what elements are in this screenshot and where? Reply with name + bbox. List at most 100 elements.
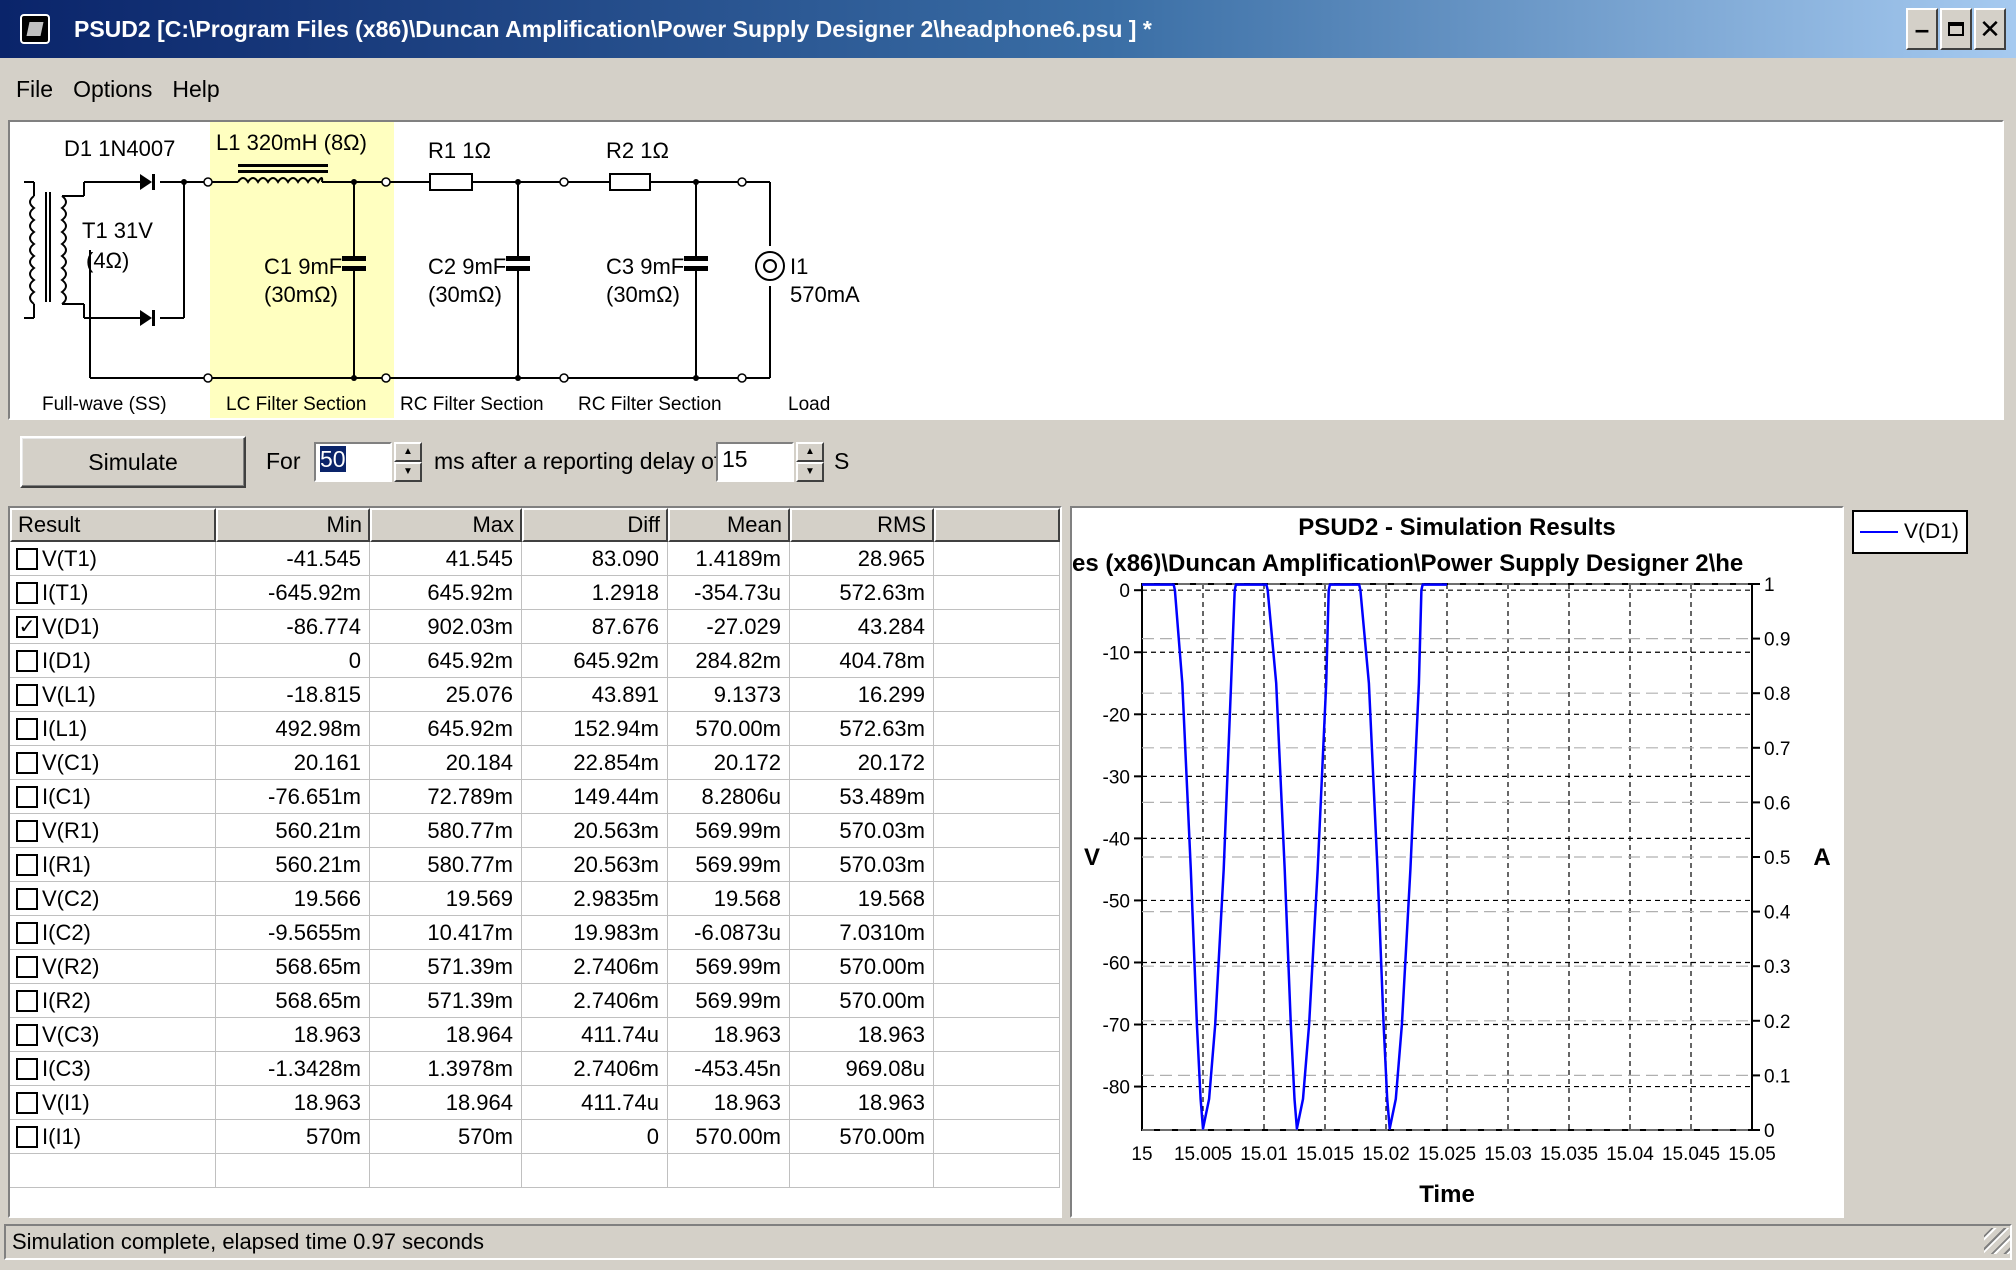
cell-min: -76.651m: [216, 780, 370, 814]
section-rc-filter-2[interactable]: RC Filter Section: [578, 394, 722, 416]
header-result[interactable]: Result: [10, 508, 216, 542]
plot-checkbox[interactable]: [16, 989, 38, 1012]
cell-rms: 20.172: [790, 746, 934, 780]
result-name: V(R2): [42, 953, 100, 979]
plot-checkbox[interactable]: [16, 751, 38, 774]
section-load[interactable]: Load: [788, 394, 830, 416]
table-row[interactable]: I(I1) 570m 570m 0 570.00m 570.00m: [10, 1120, 1060, 1154]
y-tick-label: -80: [1103, 1078, 1130, 1099]
result-name: I(R2): [42, 987, 91, 1013]
table-row[interactable]: I(C2) -9.5655m 10.417m 19.983m -6.0873u 7.031…: [10, 916, 1060, 950]
plot-checkbox[interactable]: [16, 581, 38, 604]
cell-mean: 9.1373: [668, 678, 790, 712]
plot-checkbox[interactable]: [16, 717, 38, 740]
cell-diff: 2.7406m: [522, 1052, 668, 1086]
header-min[interactable]: Min: [216, 508, 370, 542]
resize-grip-icon[interactable]: [1984, 1228, 2010, 1254]
plot-checkbox[interactable]: [16, 547, 38, 570]
menu-file[interactable]: File: [6, 76, 63, 103]
table-row[interactable]: V(I1) 18.963 18.964 411.74u 18.963 18.963: [10, 1086, 1060, 1120]
plot-checkbox[interactable]: [16, 853, 38, 876]
result-name-cell: I(C1): [10, 780, 216, 814]
app-icon[interactable]: [20, 14, 50, 44]
header-diff[interactable]: Diff: [522, 508, 668, 542]
duration-spinner[interactable]: ▲ ▼: [394, 442, 422, 482]
menu-options[interactable]: Options: [63, 76, 162, 103]
chart-panel[interactable]: PSUD2 - Simulation Results es (x86)\Dunc…: [1070, 506, 1844, 1218]
plot-checkbox[interactable]: [16, 683, 38, 706]
y2-tick-label: 1: [1764, 575, 1775, 596]
i1-label: I1: [790, 254, 809, 279]
table-row[interactable]: I(C1) -76.651m 72.789m 149.44m 8.2806u 53.489…: [10, 780, 1060, 814]
table-row[interactable]: I(C3) -1.3428m 1.3978m 2.7406m -453.45n 969.0…: [10, 1052, 1060, 1086]
cell-diff: 83.090: [522, 542, 668, 576]
y-tick-label: -30: [1103, 767, 1130, 788]
circuit-schematic[interactable]: D1 1N4007 L1 320mH (8Ω) R1 1Ω R2 1Ω T1 3…: [8, 120, 2004, 420]
table-row[interactable]: V(L1) -18.815 25.076 43.891 9.1373 16.299: [10, 678, 1060, 712]
delay-input[interactable]: 15: [716, 442, 794, 482]
delay-down-icon[interactable]: ▼: [796, 462, 824, 482]
table-row[interactable]: V(R2) 568.65m 571.39m 2.7406m 569.99m 570.00m: [10, 950, 1060, 984]
chart-legend[interactable]: V(D1): [1852, 510, 1968, 554]
plot-checkbox[interactable]: [16, 1091, 38, 1114]
section-rc-filter-1[interactable]: RC Filter Section: [400, 394, 544, 416]
plot-checkbox[interactable]: [16, 955, 38, 978]
plot-checkbox[interactable]: [16, 1125, 38, 1148]
c1-label: C1 9mF: [264, 254, 343, 279]
simulate-button[interactable]: Simulate: [20, 436, 246, 488]
table-row[interactable]: I(T1) -645.92m 645.92m 1.2918 -354.73u 572.63…: [10, 576, 1060, 610]
delay-up-icon[interactable]: ▲: [796, 442, 824, 462]
table-row[interactable]: ✓ V(D1) -86.774 902.03m 87.676 -27.029 43.284: [10, 610, 1060, 644]
result-name-cell: V(L1): [10, 678, 216, 712]
plot-checkbox[interactable]: [16, 1057, 38, 1080]
table-row[interactable]: I(D1) 0 645.92m 645.92m 284.82m 404.78m: [10, 644, 1060, 678]
result-name: I(C2): [42, 919, 91, 945]
minimize-button[interactable]: –: [1906, 8, 1938, 50]
table-row[interactable]: I(L1) 492.98m 645.92m 152.94m 570.00m 572.63m: [10, 712, 1060, 746]
table-row[interactable]: V(C3) 18.963 18.964 411.74u 18.963 18.963: [10, 1018, 1060, 1052]
simulation-controls: Simulate For 50 ▲ ▼ ms after a reporting…: [0, 428, 2016, 500]
cell-min: 18.963: [216, 1018, 370, 1052]
plot-checkbox[interactable]: ✓: [16, 615, 38, 638]
title-bar[interactable]: PSUD2 [C:\Program Files (x86)\Duncan Amp…: [0, 0, 2016, 58]
table-row[interactable]: [10, 1154, 1060, 1188]
duration-input[interactable]: 50: [314, 442, 392, 482]
plot-checkbox[interactable]: [16, 785, 38, 808]
duration-up-icon[interactable]: ▲: [394, 442, 422, 462]
plot-checkbox[interactable]: [16, 649, 38, 672]
plot-checkbox[interactable]: [16, 887, 38, 910]
table-row[interactable]: V(C1) 20.161 20.184 22.854m 20.172 20.172: [10, 746, 1060, 780]
header-mean[interactable]: Mean: [668, 508, 790, 542]
table-row[interactable]: I(R1) 560.21m 580.77m 20.563m 569.99m 570.03m: [10, 848, 1060, 882]
delay-spinner[interactable]: ▲ ▼: [796, 442, 824, 482]
plot-checkbox[interactable]: [16, 1023, 38, 1046]
header-max[interactable]: Max: [370, 508, 522, 542]
menu-help[interactable]: Help: [162, 76, 229, 103]
table-row[interactable]: V(C2) 19.566 19.569 2.9835m 19.568 19.568: [10, 882, 1060, 916]
table-row[interactable]: I(R2) 568.65m 571.39m 2.7406m 569.99m 570.00m: [10, 984, 1060, 1018]
y2-tick-label: 0.8: [1764, 684, 1790, 705]
cell-mean: 570.00m: [668, 712, 790, 746]
menu-bar: File Options Help: [0, 62, 2016, 116]
cell-rms: 969.08u: [790, 1052, 934, 1086]
result-name-cell: I(I1): [10, 1120, 216, 1154]
cell-mean: 8.2806u: [668, 780, 790, 814]
duration-down-icon[interactable]: ▼: [394, 462, 422, 482]
cell-max: 10.417m: [370, 916, 522, 950]
cell-empty: [934, 950, 1060, 984]
t1-resistance-label: (4Ω): [86, 248, 130, 273]
table-row[interactable]: V(R1) 560.21m 580.77m 20.563m 569.99m 570.03m: [10, 814, 1060, 848]
table-row[interactable]: V(T1) -41.545 41.545 83.090 1.4189m 28.965: [10, 542, 1060, 576]
plot-checkbox[interactable]: [16, 819, 38, 842]
cell-min: 568.65m: [216, 984, 370, 1018]
section-fullwave[interactable]: Full-wave (SS): [42, 394, 167, 416]
cell-rms: 570.03m: [790, 814, 934, 848]
plot-checkbox[interactable]: [16, 921, 38, 944]
header-rms[interactable]: RMS: [790, 508, 934, 542]
cell-min: -9.5655m: [216, 916, 370, 950]
maximize-button[interactable]: [1940, 8, 1972, 50]
close-button[interactable]: ✕: [1974, 8, 2006, 50]
cell-diff: 2.7406m: [522, 950, 668, 984]
section-lc-filter[interactable]: LC Filter Section: [226, 394, 366, 416]
results-table[interactable]: Result Min Max Diff Mean RMS V(T1) -41.54…: [8, 506, 1062, 1218]
